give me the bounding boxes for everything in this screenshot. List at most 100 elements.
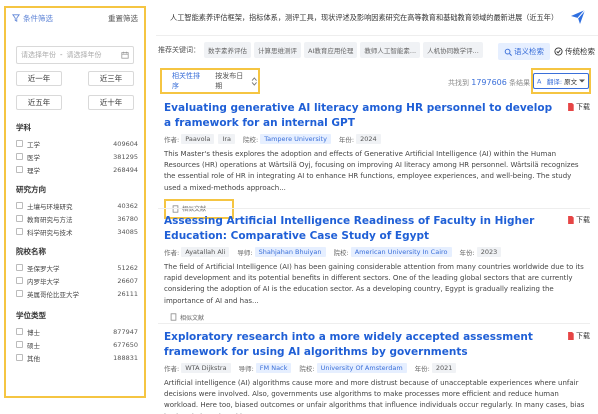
facet-item[interactable]: 土壤与环境研究 40362 bbox=[16, 199, 138, 212]
result-meta: 作者: Paavola Ira 院校: Tampere University 年… bbox=[164, 133, 590, 145]
result-meta: 作者: WTA Dijkstra 导师: FM Nack 院校: Univers… bbox=[164, 362, 590, 374]
result-count: 共找到 1797606 条结果 bbox=[448, 78, 530, 88]
checkbox[interactable] bbox=[16, 202, 23, 209]
author-tag[interactable]: WTA Dijkstra bbox=[181, 363, 231, 373]
facet-item[interactable]: 医学 381295 bbox=[16, 150, 138, 163]
facet-item-label: 圣保罗大学 bbox=[27, 264, 60, 273]
checkbox[interactable] bbox=[16, 215, 23, 222]
checkbox[interactable] bbox=[16, 341, 23, 348]
result-item: Evaluating generative AI literacy among … bbox=[164, 101, 590, 219]
filter-icon bbox=[12, 14, 20, 22]
author-label: 作者: bbox=[164, 136, 180, 144]
facet-item[interactable]: 教育研究与方法 36780 bbox=[16, 212, 138, 225]
facet-item-label: 工学 bbox=[27, 140, 40, 149]
result-title[interactable]: Evaluating generative AI literacy among … bbox=[164, 101, 554, 130]
traditional-search-tab[interactable]: 传统检索 bbox=[550, 43, 598, 60]
download-label: 下载 bbox=[576, 332, 590, 340]
year-tag: 2021 bbox=[431, 363, 457, 373]
keyword-chip[interactable]: 数字素养评估 bbox=[204, 42, 251, 58]
facet-item[interactable]: 工学 409604 bbox=[16, 137, 138, 150]
facet-item[interactable]: 理学 268494 bbox=[16, 163, 138, 176]
facet-item-label: 英属哥伦比亚大学 bbox=[27, 290, 79, 299]
year-tag: 2024 bbox=[356, 134, 381, 144]
keyword-chip[interactable]: AI教育应用伦理 bbox=[304, 42, 358, 58]
result-count-prefix: 共找到 bbox=[448, 79, 469, 87]
similar-docs-box: 相似文献 bbox=[164, 313, 590, 323]
facet-item-label: 硕士 bbox=[27, 341, 40, 350]
download-button[interactable]: 下载 bbox=[567, 215, 590, 225]
facet-item[interactable]: 科学研究与技术 34085 bbox=[16, 225, 138, 238]
sort-relevance[interactable]: 相关性排序 bbox=[172, 71, 205, 91]
send-icon[interactable] bbox=[570, 9, 586, 25]
last-3-years-button[interactable]: 近三年 bbox=[88, 71, 134, 86]
similar-docs-button[interactable]: 相似文献 bbox=[170, 313, 590, 322]
facet-item-count: 34085 bbox=[117, 227, 138, 236]
facet-item[interactable]: 其他 188831 bbox=[16, 351, 138, 364]
result-abstract: This Master's thesis explores the adopti… bbox=[164, 150, 579, 192]
translate-dropdown[interactable]: A 翻译: 原文 bbox=[532, 73, 590, 89]
checkbox[interactable] bbox=[16, 328, 23, 335]
year-range-picker[interactable]: 请选择年份 - 请选择年份 bbox=[16, 46, 134, 64]
school-tag[interactable]: University Of Amsterdam bbox=[316, 363, 407, 373]
checkbox[interactable] bbox=[16, 166, 23, 173]
school-label: 院校: bbox=[333, 249, 349, 257]
semantic-search-tab[interactable]: 语义检索 bbox=[498, 43, 550, 60]
sort-by-date[interactable]: 按发布日期 bbox=[215, 71, 258, 91]
facet-item-count: 677650 bbox=[113, 340, 138, 349]
start-year-input[interactable]: 请选择年份 bbox=[21, 50, 56, 60]
facet-discipline: 学科 工学 409604 医学 381295 理学 268494 bbox=[6, 122, 144, 176]
date-separator: - bbox=[60, 51, 63, 59]
last-5-years-button[interactable]: 近五年 bbox=[16, 95, 62, 110]
keyword-chip[interactable]: 计算思维测评 bbox=[254, 42, 301, 58]
search-bar: 人工智能素养评估框架，指标体系，测评工具，现状评述及影响因素研究在高等教育和基础… bbox=[156, 0, 598, 36]
facet-item[interactable]: 博士 877947 bbox=[16, 325, 138, 338]
author-tag[interactable]: Ira bbox=[218, 134, 235, 144]
advisor-label: 导师: bbox=[237, 249, 253, 257]
sort-by-date-label: 按发布日期 bbox=[215, 72, 244, 90]
reset-filters-button[interactable]: 重置筛选 bbox=[108, 13, 138, 24]
facet-item-count: 188831 bbox=[113, 353, 138, 362]
author-tag[interactable]: Paavola bbox=[181, 134, 215, 144]
year-label: 年份: bbox=[338, 136, 355, 144]
facet-item[interactable]: 英属哥伦比亚大学 26111 bbox=[16, 287, 138, 300]
search-query-input[interactable]: 人工智能素养评估框架，指标体系，测评工具，现状评述及影响因素研究在高等教育和基础… bbox=[156, 13, 558, 23]
download-button[interactable]: 下载 bbox=[567, 331, 590, 341]
last-10-years-button[interactable]: 近十年 bbox=[88, 95, 134, 110]
facet-item-label: 理学 bbox=[27, 166, 40, 175]
school-tag[interactable]: Tampere University bbox=[260, 134, 331, 144]
result-title[interactable]: Assessing Artificial Intelligence Readin… bbox=[164, 214, 554, 243]
school-tag[interactable]: American University In Cairo bbox=[350, 247, 452, 257]
keyword-chip[interactable]: 教师人工智能素... bbox=[360, 42, 421, 58]
end-year-input[interactable]: 请选择年份 bbox=[67, 50, 102, 60]
author-tag[interactable]: Ayatallah Ali bbox=[181, 247, 230, 257]
download-button[interactable]: 下载 bbox=[567, 102, 590, 112]
facet-item-label: 其他 bbox=[27, 354, 40, 363]
checkbox[interactable] bbox=[16, 228, 23, 235]
keyword-chip[interactable]: 人机协同教学评... bbox=[423, 42, 483, 58]
result-count-number: 1797606 bbox=[471, 78, 507, 87]
facet-item-count: 268494 bbox=[113, 165, 138, 174]
checkbox[interactable] bbox=[16, 264, 23, 271]
checkbox[interactable] bbox=[16, 277, 23, 284]
checkbox[interactable] bbox=[16, 354, 23, 361]
translate-value: 原文 bbox=[564, 78, 578, 86]
school-label: 院校: bbox=[243, 136, 259, 144]
facet-item[interactable]: 内罗毕大学 26607 bbox=[16, 274, 138, 287]
last-1-year-button[interactable]: 近一年 bbox=[16, 71, 62, 86]
semantic-search-label: 语义检索 bbox=[514, 47, 544, 56]
checkbox[interactable] bbox=[16, 153, 23, 160]
facet-item[interactable]: 圣保罗大学 51262 bbox=[16, 261, 138, 274]
checkbox[interactable] bbox=[16, 290, 23, 297]
facet-item[interactable]: 硕士 677650 bbox=[16, 338, 138, 351]
advisor-tag[interactable]: Shahjahan Bhuiyan bbox=[254, 247, 326, 257]
traditional-search-icon bbox=[554, 47, 563, 56]
facet-title: 院校名称 bbox=[16, 247, 46, 256]
advisor-tag[interactable]: FM Nack bbox=[255, 363, 292, 373]
filter-title-label: 条件筛选 bbox=[23, 13, 53, 23]
svg-text:A: A bbox=[537, 77, 542, 85]
year-shortcuts: 近一年 近三年 近五年 近十年 bbox=[16, 71, 134, 110]
document-icon bbox=[170, 313, 177, 321]
result-title[interactable]: Exploratory research into a more widely … bbox=[164, 330, 554, 359]
advisor-label: 导师: bbox=[238, 365, 254, 373]
checkbox[interactable] bbox=[16, 140, 23, 147]
